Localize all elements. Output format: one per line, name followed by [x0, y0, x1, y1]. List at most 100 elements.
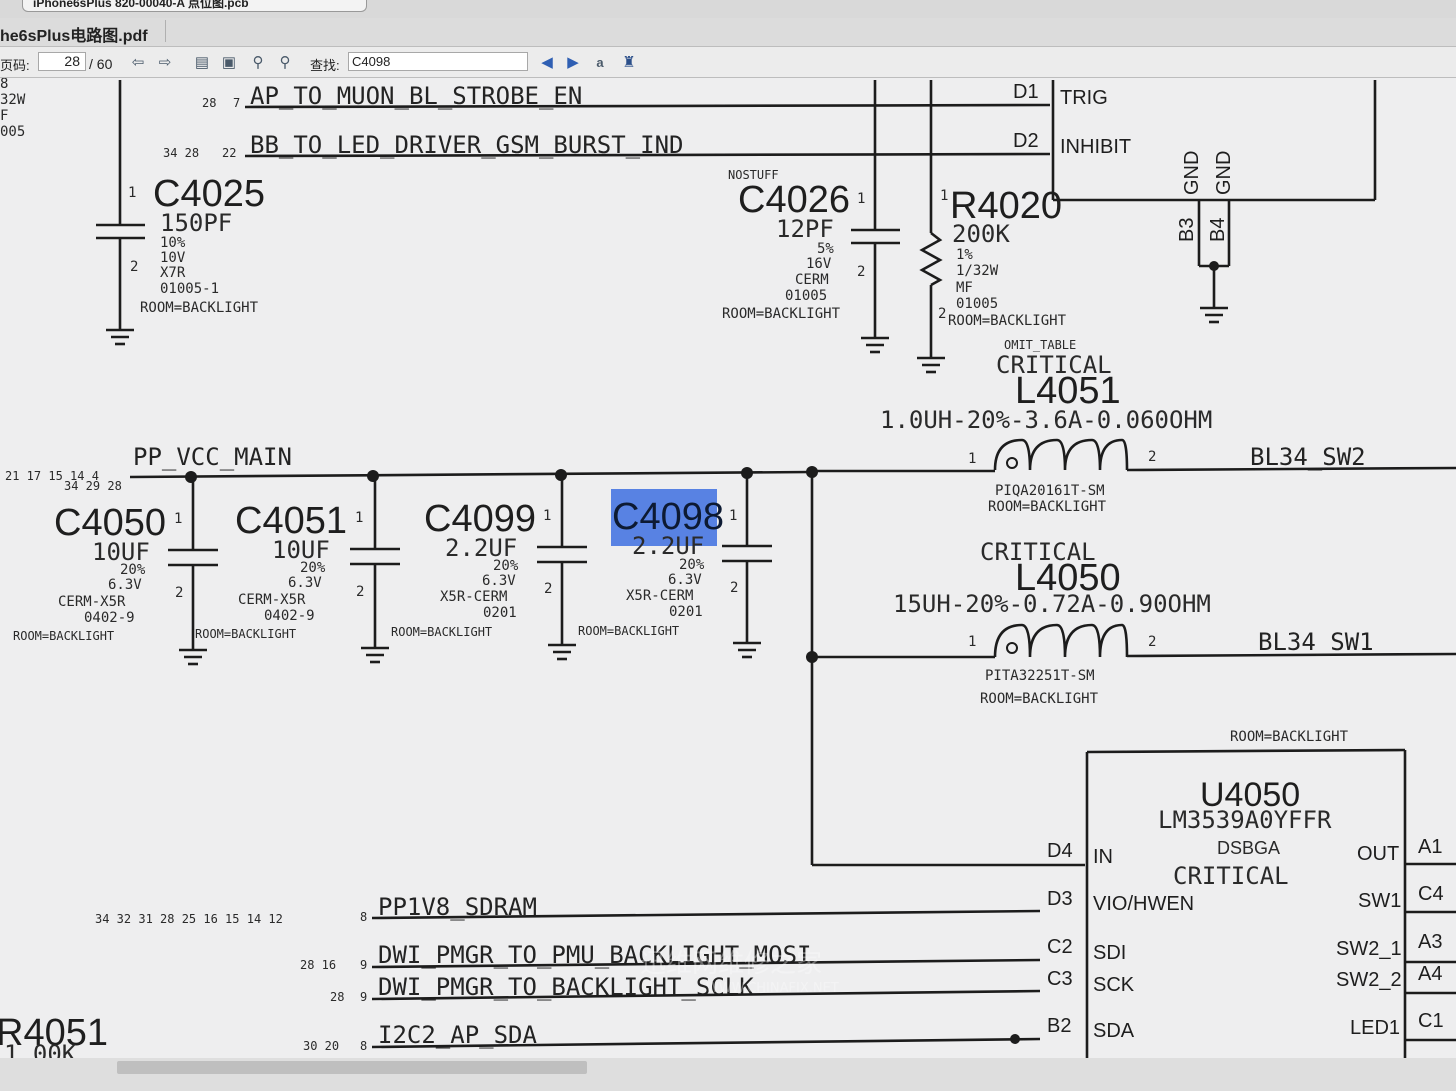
package: DSBGA: [1217, 838, 1280, 858]
c4050[interactable]: 1 2 C4050 10UF 20% 6.3V CERM-X5R 0402-9 …: [13, 477, 218, 666]
omit-table-label: OMIT_TABLE: [1004, 338, 1076, 352]
resistor-type: MF: [956, 280, 973, 296]
pin-number: D4: [1047, 840, 1073, 862]
component-value: 2.2UF: [632, 532, 704, 560]
dielectric: X5R-CERM: [626, 588, 693, 604]
tolerance: 20%: [493, 558, 519, 574]
net-page-refs: 30 20: [303, 1039, 339, 1053]
pin-number: 2: [857, 264, 865, 280]
next-page-icon[interactable]: ⇨: [155, 52, 175, 72]
pin-number: 1: [968, 634, 976, 650]
edge-text: F: [0, 108, 8, 124]
pin-name: SW2_2: [1336, 969, 1402, 991]
watermark-subtext: WWW.CHINAFIX.NET: [706, 981, 839, 996]
part-number: PIQA20161T-SM: [995, 483, 1105, 499]
net-page-refs: 28 16: [300, 958, 336, 972]
pin-name: SDA: [1093, 1020, 1135, 1042]
c4099[interactable]: 1 2 C4099 2.2UF 20% 6.3V X5R-CERM 0201 R…: [391, 475, 587, 661]
gnd-pin-name: GND: [1181, 151, 1203, 195]
pin-name: SW1: [1358, 890, 1401, 912]
scrollbar-thumb[interactable]: [117, 1061, 587, 1074]
tolerance: 10%: [160, 235, 186, 251]
pin-number: 2: [938, 306, 946, 322]
binoculars-icon[interactable]: ♜: [619, 52, 639, 72]
net-sdram: 34 32 31 28 25 16 15 14 12 8 PP1V8_SDRAM: [95, 893, 1041, 926]
net-pin: 9: [360, 958, 367, 972]
pin-name: SCK: [1093, 974, 1135, 996]
viewer-toolbar: 页码: 28 / 60 ⇦ ⇨ ▤ ▣ ⚲ ⚲ 查找: C4098 ◀ ▶ a …: [0, 47, 1456, 78]
edge-text: 32W: [0, 92, 26, 108]
pin-name: IN: [1093, 846, 1113, 868]
search-input[interactable]: C4098: [348, 52, 528, 71]
ground-symbol: [917, 356, 945, 374]
fit-page-icon[interactable]: ▣: [219, 52, 239, 72]
pin-number: C2: [1047, 936, 1073, 958]
u4050[interactable]: ROOM=BACKLIGHT U4050 LM3539A0YFFR DSBGA …: [1047, 729, 1456, 1058]
match-case-icon[interactable]: a: [590, 52, 610, 72]
c4026[interactable]: NOSTUFF 1 2 C4026 12PF 5% 16V CERM 01005…: [722, 168, 900, 354]
net-burst: 34 28 22 BB_TO_LED_DRIVER_GSM_BURST_IND: [163, 131, 1051, 160]
pin-number: C1: [1418, 1010, 1444, 1032]
find-next-icon[interactable]: ▶: [563, 52, 583, 72]
net-page-refs: 34 28: [163, 146, 199, 160]
fit-width-icon[interactable]: ▤: [192, 52, 212, 72]
net-label[interactable]: BL34_SW1: [1258, 628, 1374, 656]
dielectric: CERM-X5R: [58, 594, 126, 610]
pin-number: A4: [1418, 963, 1442, 985]
document-tab[interactable]: iPhone6sPlus 820-00040-A 点位图.pcb: [22, 0, 367, 12]
c4098[interactable]: 1 2 C4098 2.2UF 20% 6.3V X5R-CERM 0201 R…: [578, 473, 772, 659]
pin-number: D3: [1047, 888, 1073, 910]
pin-number: 1: [940, 188, 948, 204]
zoom-out-icon[interactable]: ⚲: [248, 52, 268, 72]
net-label[interactable]: BL34_SW2: [1250, 443, 1366, 471]
net-pin: 7: [233, 96, 240, 110]
schematic-canvas: 8 32W F 005 R4051 1 00K 28 7 AP_TO_MUON_…: [0, 78, 1456, 1058]
room-label: ROOM=BACKLIGHT: [722, 306, 841, 322]
voltage: 6.3V: [668, 572, 702, 588]
pin-number: 1: [174, 511, 182, 527]
component-value: 12PF: [776, 215, 834, 243]
ground-symbol: [733, 641, 761, 659]
pin-number: D1: [1013, 81, 1039, 103]
pin-number: A1: [1418, 836, 1442, 858]
l4050[interactable]: CRITICAL L4050 15UH-20%-0.72A-0.90OHM 1 …: [893, 538, 1456, 707]
c4025[interactable]: 1 2 C4025 150PF 10% 10V X7R 01005-1 ROOM…: [96, 173, 265, 346]
tolerance: 20%: [120, 562, 146, 578]
upper-ic: D1 TRIG D2 INHIBIT GND GND B3 B4: [1013, 80, 1377, 324]
document-title[interactable]: he6sPlus电路图.pdf: [0, 22, 148, 46]
pin-name: INHIBIT: [1060, 136, 1131, 158]
ground-symbol: [106, 328, 134, 346]
pin-number: 1: [857, 191, 865, 207]
dielectric: X7R: [160, 265, 186, 281]
net-pin: 22: [222, 146, 236, 160]
tolerance: 1%: [956, 247, 973, 263]
l4051[interactable]: OMIT_TABLE CRITICAL L4051 1.0UH-20%-3.6A…: [812, 338, 1456, 515]
tab-bar: iPhone6sPlus 820-00040-A 点位图.pcb: [0, 0, 1456, 19]
part-number: PITA32251T-SM: [985, 668, 1095, 684]
page-number-input[interactable]: 28: [38, 52, 86, 71]
net-label[interactable]: PP_VCC_MAIN: [133, 443, 292, 471]
inductor-spec: 1.0UH-20%-3.6A-0.060OHM: [880, 406, 1212, 434]
tolerance: 20%: [679, 557, 705, 573]
pin-number: C4: [1418, 883, 1444, 905]
pin-number: B4: [1207, 218, 1229, 242]
zoom-in-icon[interactable]: ⚲: [275, 52, 295, 72]
dielectric: X5R-CERM: [440, 589, 507, 605]
pin-number: 2: [730, 580, 738, 596]
net-sda: 30 20 8 I2C2_AP_SDA: [303, 1021, 1041, 1053]
pin-number: 2: [175, 585, 183, 601]
voltage: 6.3V: [482, 573, 516, 589]
pin-name: TRIG: [1060, 87, 1108, 109]
power-rating: 1/32W: [956, 263, 999, 279]
previous-page-icon[interactable]: ⇦: [128, 52, 148, 72]
pin-number: D2: [1013, 130, 1039, 152]
dielectric: CERM-X5R: [238, 592, 306, 608]
voltage: 10V: [160, 250, 186, 266]
component-value: 200K: [952, 220, 1010, 248]
find-previous-icon[interactable]: ◀: [537, 52, 557, 72]
pin-number: 2: [130, 259, 138, 275]
package: 0201: [483, 605, 517, 621]
package: 01005: [956, 296, 998, 312]
c4051[interactable]: 1 2 C4051 10UF 20% 6.3V CERM-X5R 0402-9 …: [195, 476, 400, 664]
pin-name: SDI: [1093, 942, 1126, 964]
